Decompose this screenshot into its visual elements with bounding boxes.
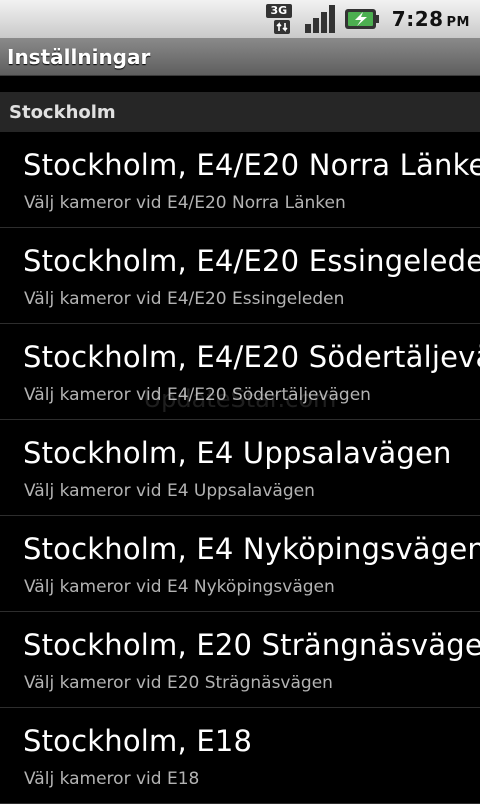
section-header-label: Stockholm bbox=[9, 101, 116, 123]
list-item-title: Stockholm, E20 Strängnäsvägen bbox=[23, 628, 480, 662]
preference-list: Stockholm, E4/E20 Norra Länken Välj kame… bbox=[0, 132, 480, 804]
clock-ampm: PM bbox=[446, 15, 470, 30]
list-item-nykopingsvagen[interactable]: Stockholm, E4 Nyköpingsvägen Välj kamero… bbox=[0, 516, 480, 612]
list-item-sodertaljevagen[interactable]: Stockholm, E4/E20 Södertäljevägen Välj k… bbox=[0, 324, 480, 420]
list-item-subtitle: Välj kameror vid E18 bbox=[24, 769, 200, 789]
list-item-subtitle: Välj kameror vid E20 Strägnäsvägen bbox=[24, 673, 333, 693]
list-item-subtitle: Välj kameror vid E4/E20 Essingeleden bbox=[24, 289, 345, 309]
list-item-subtitle: Välj kameror vid E4/E20 Södertäljevägen bbox=[24, 385, 371, 405]
list-item-essingeleden[interactable]: Stockholm, E4/E20 Essingeleden Välj kame… bbox=[0, 228, 480, 324]
signal-strength-icon bbox=[304, 5, 335, 33]
data-activity-arrows-icon bbox=[273, 20, 290, 34]
list-item-e18[interactable]: Stockholm, E18 Välj kameror vid E18 bbox=[0, 708, 480, 804]
clock: 7:28 PM bbox=[392, 7, 470, 31]
list-item-title: Stockholm, E4 Nyköpingsvägen bbox=[23, 532, 480, 566]
list-item-title: Stockholm, E4 Uppsalavägen bbox=[23, 436, 452, 470]
list-item-title: Stockholm, E4/E20 Södertäljevägen bbox=[23, 340, 480, 374]
network-type-label: 3G bbox=[265, 4, 292, 18]
list-item-subtitle: Välj kameror vid E4/E20 Norra Länken bbox=[24, 193, 346, 213]
status-bar: 3G 7:28 PM bbox=[0, 0, 480, 38]
list-item-subtitle: Välj kameror vid E4 Uppsalavägen bbox=[24, 481, 315, 501]
list-item-subtitle: Välj kameror vid E4 Nyköpingsvägen bbox=[24, 577, 335, 597]
list-item-title: Stockholm, E18 bbox=[23, 724, 253, 758]
list-item-norra-lanken[interactable]: Stockholm, E4/E20 Norra Länken Välj kame… bbox=[0, 132, 480, 228]
section-header: Stockholm bbox=[0, 92, 480, 132]
clock-time: 7:28 bbox=[391, 7, 444, 31]
battery-charging-icon bbox=[344, 9, 379, 29]
list-item-title: Stockholm, E4/E20 Essingeleden bbox=[23, 244, 480, 278]
network-3g-icon: 3G bbox=[265, 3, 296, 35]
list-item-strangnasvagen[interactable]: Stockholm, E20 Strängnäsvägen Välj kamer… bbox=[0, 612, 480, 708]
title-bar: Inställningar bbox=[0, 38, 480, 76]
list-item-title: Stockholm, E4/E20 Norra Länken bbox=[23, 148, 480, 182]
list-item-uppsalavagen[interactable]: Stockholm, E4 Uppsalavägen Välj kameror … bbox=[0, 420, 480, 516]
page-title: Inställningar bbox=[7, 44, 151, 69]
